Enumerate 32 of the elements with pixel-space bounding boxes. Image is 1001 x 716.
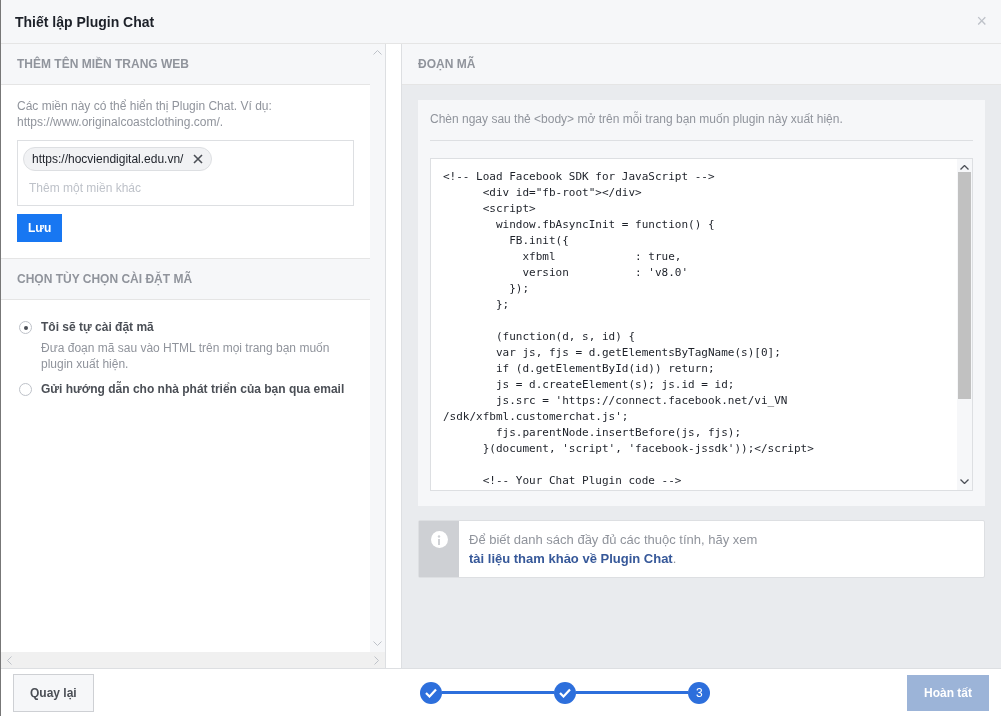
chevron-right-icon	[374, 655, 379, 665]
dialog-title: Thiết lập Plugin Chat	[15, 13, 155, 30]
option-description: Đưa đoạn mã sau vào HTML trên mọi trang bạn muốn plugin xuất hiện.	[41, 340, 331, 372]
domains-description: Các miền này có thể hiển thị Plugin Chat. Ví dụ: https://www.originalcoastclothing.com/.	[17, 98, 273, 130]
section-heading: ĐOẠN MÃ	[402, 44, 1001, 85]
save-button[interactable]: Lưu	[17, 214, 63, 242]
info-text: Để biết danh sách đầy đủ các thuộc tính, hãy xem tài liệu tham khảo về Plugin Chat.	[468, 531, 759, 568]
option-label[interactable]: Tôi sẽ tự cài đặt mã	[41, 320, 352, 334]
remove-button[interactable]	[193, 154, 204, 164]
section-heading: CHỌN TÙY CHỌN CÀI ĐẶT MÃ	[1, 259, 370, 300]
check-icon	[425, 687, 438, 698]
chevron-down-icon	[960, 479, 969, 484]
info-icon	[437, 534, 441, 545]
domain-text: https://hocviendigital.edu.vn/	[32, 152, 184, 166]
radio-button[interactable]	[19, 383, 32, 396]
radio-button[interactable]	[19, 321, 32, 334]
chevron-up-icon	[373, 50, 382, 55]
reference-link[interactable]: tài liệu tham khảo về Plugin Chat	[469, 551, 673, 566]
section-heading: THÊM TÊN MIỀN TRANG WEB	[1, 44, 370, 85]
check-icon	[559, 687, 572, 698]
chevron-left-icon	[7, 655, 12, 665]
chevron-up-icon	[960, 165, 969, 170]
code-instruction: Chèn ngay sau thẻ <body> mở trên mỗi trang bạn muốn plugin này xuất hiện.	[430, 112, 973, 141]
chevron-down-icon	[373, 641, 382, 646]
horizontal-scrollbar[interactable]	[1, 652, 385, 668]
code-scrollbar[interactable]	[957, 159, 972, 490]
option-label[interactable]: Gửi hướng dẫn cho nhà phát triển của bạn qua email	[41, 382, 352, 396]
back-button[interactable]: Quay lại	[13, 673, 94, 712]
close-icon	[193, 154, 204, 164]
current-step: 3	[688, 681, 711, 704]
vertical-scrollbar[interactable]	[370, 44, 385, 652]
domains-field[interactable]: https://hocviendigital.edu.vn/ Thêm một miền khác	[17, 140, 354, 206]
